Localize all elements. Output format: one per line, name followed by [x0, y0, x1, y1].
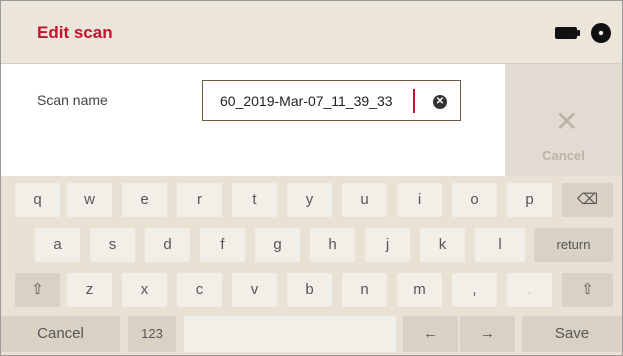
key-u[interactable]: u [342, 183, 387, 217]
key-j[interactable]: j [365, 228, 410, 262]
arrow-left-icon[interactable]: ← [403, 316, 458, 352]
key-s[interactable]: s [90, 228, 135, 262]
arrow-right-icon[interactable]: → [460, 316, 515, 352]
key-comma[interactable]: , [452, 273, 497, 307]
app-window: Edit scan Scan name 60_2019-Mar-07_11_39… [0, 0, 623, 356]
key-e[interactable]: e [122, 183, 167, 217]
key-m[interactable]: m [397, 273, 442, 307]
key-a[interactable]: a [35, 228, 80, 262]
keyboard-save-button[interactable]: Save [522, 316, 622, 352]
key-h[interactable]: h [310, 228, 355, 262]
disc-icon[interactable] [591, 23, 611, 43]
key-w[interactable]: w [67, 183, 112, 217]
form-area: Scan name 60_2019-Mar-07_11_39_33 ✕ [1, 64, 505, 176]
shift-left-icon[interactable]: ⇧ [15, 273, 60, 307]
scan-name-input[interactable]: 60_2019-Mar-07_11_39_33 ✕ [202, 80, 461, 121]
key-b[interactable]: b [287, 273, 332, 307]
key-q[interactable]: q [15, 183, 60, 217]
backspace-icon[interactable]: ⌫ [562, 183, 613, 217]
space-bar[interactable] [184, 316, 396, 352]
key-p[interactable]: p [507, 183, 552, 217]
header-bar: Edit scan [1, 1, 622, 64]
on-screen-keyboard: q w e r t y u i o p ⌫ a s d f g h j k l … [1, 176, 622, 355]
key-f[interactable]: f [200, 228, 245, 262]
text-cursor [413, 89, 415, 113]
key-y[interactable]: y [287, 183, 332, 217]
battery-icon [555, 27, 580, 39]
scan-name-value: 60_2019-Mar-07_11_39_33 [220, 93, 393, 109]
key-d[interactable]: d [145, 228, 190, 262]
close-icon: ✕ [555, 106, 579, 137]
key-t[interactable]: t [232, 183, 277, 217]
key-z[interactable]: z [67, 273, 112, 307]
shift-right-icon[interactable]: ⇧ [562, 273, 613, 307]
key-r[interactable]: r [177, 183, 222, 217]
clear-circle-icon[interactable]: ✕ [433, 95, 447, 109]
key-c[interactable]: c [177, 273, 222, 307]
key-k[interactable]: k [420, 228, 465, 262]
keyboard-cancel-button[interactable]: Cancel [1, 316, 120, 352]
key-i[interactable]: i [397, 183, 442, 217]
numbers-key[interactable]: 123 [128, 316, 176, 352]
key-v[interactable]: v [232, 273, 277, 307]
return-key[interactable]: return [534, 228, 613, 262]
side-cancel-label: Cancel [542, 148, 585, 163]
key-period[interactable]: . [507, 273, 552, 307]
side-cancel-button[interactable]: ✕ Cancel [505, 64, 622, 176]
key-l[interactable]: l [475, 228, 525, 262]
key-x[interactable]: x [122, 273, 167, 307]
scan-name-label: Scan name [37, 92, 108, 108]
key-o[interactable]: o [452, 183, 497, 217]
key-g[interactable]: g [255, 228, 300, 262]
key-n[interactable]: n [342, 273, 387, 307]
page-title: Edit scan [37, 23, 113, 42]
